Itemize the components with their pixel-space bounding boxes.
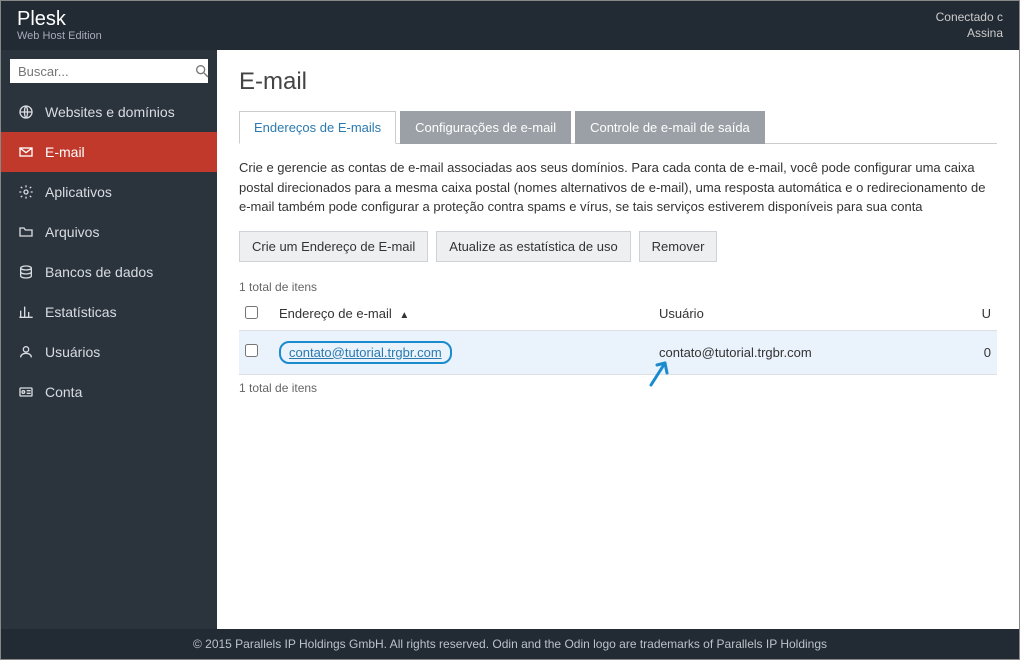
- sidebar-item-label: Conta: [45, 384, 82, 400]
- sidebar-item-label: Usuários: [45, 344, 100, 360]
- sidebar-item-label: Estatísticas: [45, 304, 117, 320]
- connected-label: Conectado c: [936, 10, 1003, 26]
- tab-settings[interactable]: Configurações de e-mail: [400, 111, 571, 144]
- tab-outgoing[interactable]: Controle de e-mail de saída: [575, 111, 765, 144]
- tabs: Endereços de E-mails Configurações de e-…: [239, 110, 997, 144]
- item-count-top: 1 total de itens: [239, 280, 997, 294]
- pointer-arrow-icon: [645, 357, 675, 391]
- sort-asc-icon: ▲: [399, 310, 409, 321]
- card-icon: [17, 384, 35, 400]
- topbar: Plesk Web Host Edition Conectado c Assin…: [1, 1, 1019, 50]
- column-email-label: Endereço de e-mail: [279, 306, 392, 321]
- globe-icon: [17, 104, 35, 120]
- email-address-link[interactable]: contato@tutorial.trgbr.com: [279, 341, 452, 364]
- main-content: E-mail Endereços de E-mails Configuraçõe…: [217, 50, 1019, 629]
- page-title: E-mail: [239, 68, 997, 96]
- sidebar-item-label: Aplicativos: [45, 184, 112, 200]
- database-icon: [17, 264, 35, 280]
- sidebar-item-label: Bancos de dados: [45, 264, 153, 280]
- create-email-button[interactable]: Crie um Endereço de E-mail: [239, 231, 428, 262]
- row-user: contato@tutorial.trgbr.com: [659, 345, 961, 360]
- tab-addresses[interactable]: Endereços de E-mails: [239, 111, 396, 144]
- footer-text: © 2015 Parallels IP Holdings GmbH. All r…: [193, 637, 827, 651]
- sidebar-item-files[interactable]: Arquivos: [1, 212, 217, 252]
- brand-title: Plesk: [17, 8, 102, 30]
- sidebar: Websites e domínios E-mail Aplicativos A…: [1, 50, 217, 629]
- gear-icon: [17, 184, 35, 200]
- folder-icon: [17, 224, 35, 240]
- brand-subtitle: Web Host Edition: [17, 30, 102, 42]
- sidebar-item-account[interactable]: Conta: [1, 372, 217, 412]
- column-email[interactable]: Endereço de e-mail ▲: [279, 306, 659, 321]
- column-user[interactable]: Usuário: [659, 306, 961, 321]
- sidebar-item-stats[interactable]: Estatísticas: [1, 292, 217, 332]
- sidebar-item-label: E-mail: [45, 144, 85, 160]
- sidebar-item-users[interactable]: Usuários: [1, 332, 217, 372]
- user-icon: [17, 344, 35, 360]
- topbar-status: Conectado c Assina: [936, 10, 1003, 41]
- update-stats-button[interactable]: Atualize as estatística de uso: [436, 231, 630, 262]
- nav: Websites e domínios E-mail Aplicativos A…: [1, 92, 217, 412]
- sidebar-item-apps[interactable]: Aplicativos: [1, 172, 217, 212]
- sidebar-item-label: Arquivos: [45, 224, 99, 240]
- column-u[interactable]: U: [961, 306, 991, 321]
- select-all-checkbox[interactable]: [245, 306, 258, 319]
- search-input[interactable]: [18, 64, 194, 79]
- search-box[interactable]: [10, 59, 208, 83]
- subscription-label: Assina: [936, 26, 1003, 42]
- sidebar-item-databases[interactable]: Bancos de dados: [1, 252, 217, 292]
- footer: © 2015 Parallels IP Holdings GmbH. All r…: [1, 629, 1019, 659]
- sidebar-item-email[interactable]: E-mail: [1, 132, 217, 172]
- item-count-bottom: 1 total de itens: [239, 381, 997, 395]
- remove-button[interactable]: Remover: [639, 231, 718, 262]
- page-description: Crie e gerencie as contas de e-mail asso…: [239, 158, 997, 217]
- search-icon[interactable]: [194, 63, 210, 79]
- toolbar: Crie um Endereço de E-mail Atualize as e…: [239, 231, 997, 262]
- mail-icon: [17, 144, 35, 160]
- sidebar-item-websites[interactable]: Websites e domínios: [1, 92, 217, 132]
- table-header: Endereço de e-mail ▲ Usuário U: [239, 298, 997, 331]
- row-u: 0: [961, 345, 991, 360]
- sidebar-item-label: Websites e domínios: [45, 104, 175, 120]
- table-row: contato@tutorial.trgbr.com contato@tutor…: [239, 331, 997, 375]
- chart-icon: [17, 304, 35, 320]
- row-checkbox[interactable]: [245, 344, 258, 357]
- brand: Plesk Web Host Edition: [17, 8, 102, 42]
